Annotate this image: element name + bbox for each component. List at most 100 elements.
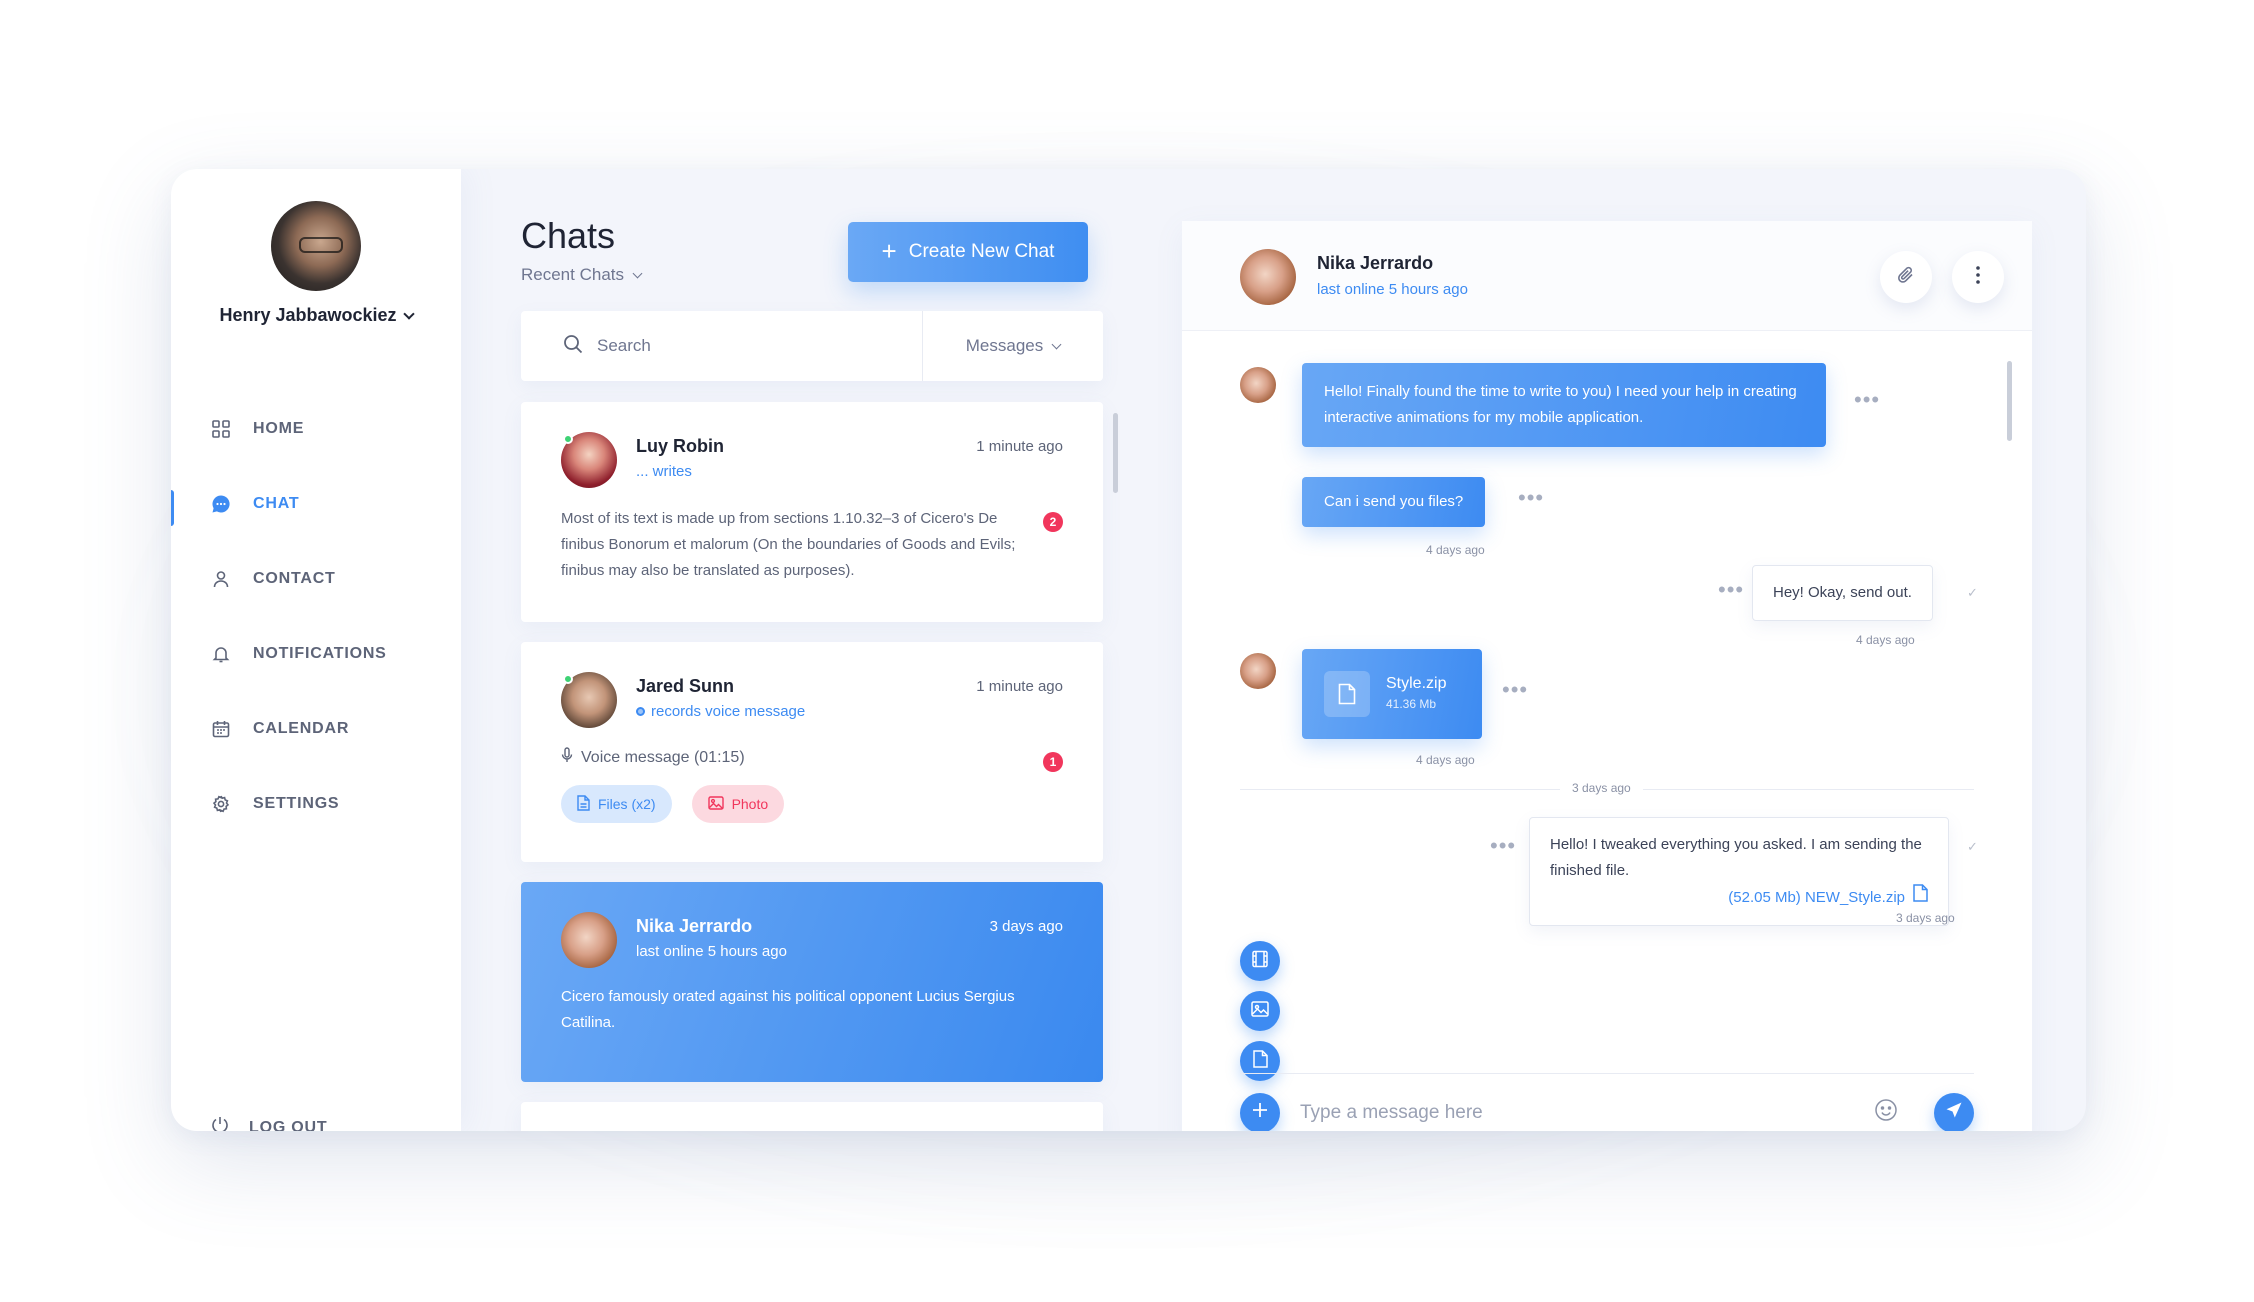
online-status: last online 5 hours ago (1317, 281, 1468, 298)
chat-list-item[interactable]: Jared Sunn records voice message 1 minut… (521, 642, 1103, 862)
nav-item-notifications[interactable]: NOTIFICATIONS (171, 616, 461, 691)
chevron-down-icon (1051, 339, 1062, 349)
outgoing-message: Hey! Okay, send out. (1752, 565, 1933, 621)
file-icon (1252, 1049, 1268, 1073)
voice-message: Voice message (01:15) (561, 747, 745, 768)
vertical-dots-icon (1976, 265, 1980, 289)
status-label: records voice message (651, 703, 806, 720)
select-value: Messages (965, 336, 1044, 355)
grid-icon (211, 419, 231, 439)
date-divider-label: 3 days ago (1560, 781, 1643, 795)
plus-icon: + (881, 235, 897, 266)
photo-chip[interactable]: Photo (691, 785, 785, 823)
plus-icon (1251, 1101, 1269, 1124)
recent-chats-filter[interactable]: Recent Chats (521, 265, 643, 285)
nav-label: HOME (253, 419, 305, 437)
nav-item-chat[interactable]: CHAT (171, 466, 461, 541)
conversation-header: Nika Jerrardo last online 5 hours ago (1182, 221, 2032, 331)
attachment-link[interactable]: (52.05 Mb) NEW_Style.zip (1728, 885, 1905, 911)
chat-list-item-active[interactable]: Nika Jerrardo last online 5 hours ago 3 … (521, 882, 1103, 1082)
nav-label: CALENDAR (253, 719, 350, 737)
message-text: Hello! I tweaked everything you asked. I… (1550, 836, 1922, 879)
message-options-icon[interactable]: ••• (1490, 835, 1516, 857)
send-icon (1945, 1101, 1963, 1124)
logout-button[interactable]: LOG OUT (211, 1116, 327, 1131)
user-name: Henry Jabbawockiez (219, 305, 397, 325)
message-timestamp: 4 days ago (1416, 753, 1475, 767)
message-input[interactable] (1300, 1101, 1874, 1124)
user-avatar[interactable] (271, 201, 361, 291)
unread-badge: 1 (1043, 752, 1063, 772)
search-input[interactable] (597, 336, 897, 356)
video-button[interactable] (1240, 941, 1280, 981)
chip-label: Files (x2) (598, 796, 656, 812)
create-new-chat-button[interactable]: + Create New Chat (848, 222, 1088, 282)
user-profile[interactable]: Henry Jabbawockiez (171, 201, 461, 326)
message-options-icon[interactable]: ••• (1518, 487, 1544, 509)
timestamp: 1 minute ago (976, 678, 1063, 695)
contact-name: Nika Jerrardo (1317, 253, 1434, 273)
message-preview: Most of its text is made up from section… (561, 510, 1016, 579)
avatar[interactable] (1240, 249, 1296, 305)
message-timestamp: 4 days ago (1856, 633, 1915, 647)
sender-avatar (1240, 653, 1276, 689)
messages-type-select[interactable]: Messages (923, 311, 1103, 381)
file-icon (577, 794, 590, 814)
thread-scrollbar[interactable] (2007, 361, 2012, 441)
message-timestamp: 3 days ago (1896, 911, 1955, 925)
sidebar: Henry Jabbawockiez HOME CHAT CONTACT NOT… (171, 169, 461, 1131)
gear-icon (211, 794, 231, 814)
file-message[interactable]: Style.zip 41.36 Mb (1302, 649, 1482, 739)
chat-list-item[interactable] (521, 1102, 1103, 1131)
message-options-icon[interactable]: ••• (1718, 579, 1744, 601)
app-window: Henry Jabbawockiez HOME CHAT CONTACT NOT… (171, 169, 2086, 1131)
file-icon (1324, 671, 1370, 717)
paperclip-icon (1897, 265, 1915, 290)
message-attachment[interactable]: (52.05 Mb) NEW_Style.zip (1550, 884, 1928, 911)
more-options-button[interactable] (1952, 251, 2004, 303)
file-icon (1913, 884, 1928, 911)
message-timestamp: 4 days ago (1426, 543, 1485, 557)
calendar-icon (211, 719, 231, 739)
nav-item-calendar[interactable]: CALENDAR (171, 691, 461, 766)
bell-icon (211, 644, 231, 664)
incoming-message: Hello! Finally found the time to write t… (1302, 363, 1826, 447)
avatar (561, 912, 617, 968)
chevron-down-icon (402, 307, 415, 320)
nav-label: SETTINGS (253, 794, 340, 812)
file-info: Style.zip 41.36 Mb (1386, 674, 1446, 714)
chat-list-item[interactable]: Luy Robin ... writes 1 minute ago Most o… (521, 402, 1103, 622)
chat-list-scrollbar[interactable] (1113, 413, 1118, 493)
unread-badge: 2 (1043, 512, 1063, 532)
file-name: Style.zip (1386, 675, 1447, 692)
online-indicator (563, 674, 573, 684)
chat-bubble-icon (211, 494, 231, 514)
create-button-label: Create New Chat (908, 241, 1055, 262)
contact-name: Nika Jerrardo (636, 916, 753, 936)
image-icon (1251, 1000, 1269, 1022)
attach-button[interactable] (1880, 251, 1932, 303)
message-options-icon[interactable]: ••• (1502, 679, 1528, 701)
nav-item-settings[interactable]: SETTINGS (171, 766, 461, 841)
message-options-icon[interactable]: ••• (1854, 389, 1880, 411)
recording-status: records voice message (636, 703, 805, 720)
record-dot-icon (636, 707, 645, 716)
chip-label: Photo (731, 796, 769, 812)
check-icon: ✓ (1967, 585, 1978, 600)
timestamp: 3 days ago (989, 918, 1063, 935)
attachment-tools (1240, 941, 1280, 1091)
nav-item-home[interactable]: HOME (171, 391, 461, 466)
nav-item-contact[interactable]: CONTACT (171, 541, 461, 616)
message-thread: Hello! Finally found the time to write t… (1182, 331, 2032, 1131)
send-button[interactable] (1934, 1092, 1974, 1131)
files-chip[interactable]: Files (x2) (561, 785, 672, 823)
smiley-icon[interactable] (1874, 1098, 1898, 1127)
file-size: 41.36 Mb (1386, 697, 1437, 711)
image-button[interactable] (1240, 991, 1280, 1031)
search-icon (563, 334, 583, 359)
add-attachment-button[interactable] (1240, 1092, 1280, 1131)
message-composer (1240, 1073, 1974, 1131)
typing-status: ... writes (636, 463, 692, 480)
chat-list: Luy Robin ... writes 1 minute ago Most o… (521, 402, 1103, 1131)
user-name-dropdown[interactable]: Henry Jabbawockiez (219, 305, 415, 326)
